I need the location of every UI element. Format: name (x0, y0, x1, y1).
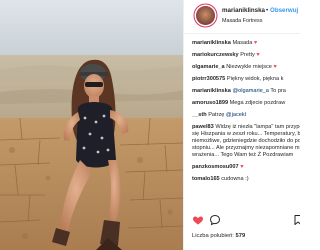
comment-text: Pretty (240, 52, 255, 58)
comment: panzkosmosu007 ♥ (192, 164, 300, 171)
heart-icon: ♥ (240, 164, 244, 170)
post-username[interactable]: marianiklinska (222, 7, 265, 14)
follow-button[interactable]: Obserwuj (270, 7, 298, 14)
comment-username[interactable]: amoruso1899 (192, 100, 228, 106)
comment-text: Piękny widok, piękna k (226, 76, 284, 82)
comment-username[interactable]: marianiklinska (192, 40, 231, 46)
comment-mention[interactable]: @jacekl (226, 112, 246, 118)
likes-number: 579 (235, 233, 246, 239)
comment: pawel83 Widzę iż niezła "lampa" tam przy… (192, 124, 300, 159)
masada-photo (0, 0, 183, 250)
comment: tomalo165 cudowna :) (192, 176, 300, 183)
comment-username[interactable]: marianiklinska (192, 88, 231, 94)
comment-text: cudowna :) (221, 176, 249, 182)
comment: mariokurczewsky Pretty ♥ (192, 52, 300, 59)
comment-text: Niezwykle miejsce (226, 64, 272, 70)
comment: marianiklinska @olgamarie_a To pra (192, 88, 300, 95)
comment-username[interactable]: panzkosmosu007 (192, 164, 239, 170)
avatar[interactable] (196, 6, 215, 25)
comment-username[interactable]: olgamarie_a (192, 64, 225, 70)
heart-icon: ♥ (256, 52, 260, 58)
comment-username[interactable]: pawel83 (192, 124, 214, 130)
comment-text: To pra (270, 88, 286, 94)
post-header: marianiklinska • Obserwuj Masada Fortres… (184, 0, 300, 34)
comment-username[interactable]: __sth (192, 112, 207, 118)
heart-icon[interactable] (192, 214, 204, 226)
comment-username[interactable]: tomalo165 (192, 176, 220, 182)
post-sidebar: marianiklinska • Obserwuj Masada Fortres… (183, 0, 300, 250)
location-label[interactable]: Masada Fortress (222, 18, 262, 24)
comment: amoruso1899 Mega zdjecie pozdraw (192, 100, 300, 107)
comment: __sth Patrzę @jacekl (192, 112, 300, 119)
comment-text: Mega zdjecie pozdraw (229, 100, 286, 106)
comment: olgamarie_a Niezwykle miejsce ♥ (192, 64, 300, 71)
comment-text: Patrzę (208, 112, 225, 118)
comment-list: marianiklinska Masada ♥ mariokurczewsky … (192, 40, 300, 188)
heart-icon: ♥ (273, 64, 277, 70)
comment-username[interactable]: piotrr300575 (192, 76, 225, 82)
heart-icon: ♥ (253, 40, 258, 46)
likes-label: Liczba polubień: (192, 233, 234, 239)
comment-mention[interactable]: @olgamarie_a (232, 88, 268, 94)
comment-username[interactable]: mariokurczewsky (192, 52, 239, 58)
comment-icon[interactable] (209, 214, 221, 226)
separator-dot: • (266, 7, 269, 14)
comment: marianiklinska Masada ♥ (192, 40, 300, 47)
like-count[interactable]: Liczba polubień: 579 (192, 233, 245, 239)
comment: piotrr300575 Piękny widok, piękna k (192, 76, 300, 83)
comment-text: Masada (232, 40, 253, 46)
post-photo (0, 0, 183, 250)
bookmark-icon[interactable] (292, 214, 300, 226)
